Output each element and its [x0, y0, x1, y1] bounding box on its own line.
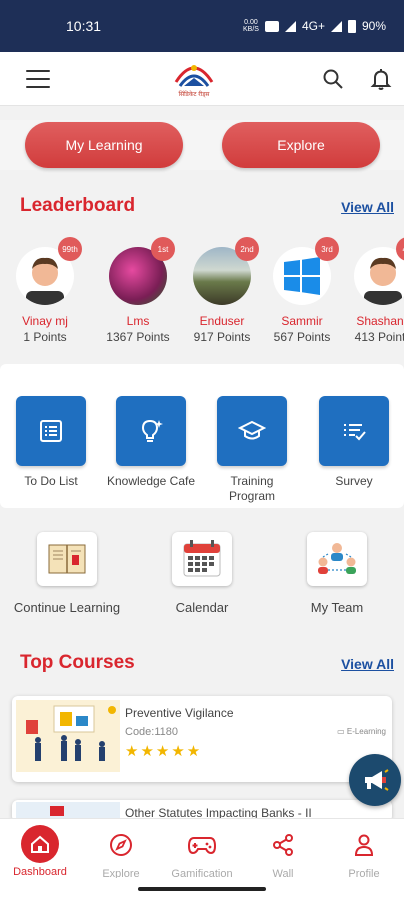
nav-dashboard[interactable]: Dashboard — [0, 825, 80, 878]
gamepad-icon — [188, 837, 216, 855]
home-icon — [31, 835, 49, 853]
tile-label: Continue Learning — [13, 600, 121, 615]
leaderboard-points: 917 Points — [193, 330, 251, 344]
search-icon[interactable] — [322, 68, 344, 90]
tile-label: Calendar — [175, 600, 229, 615]
team-icon — [318, 543, 356, 574]
leaderboard-item[interactable]: 1st Lms 1367 Points — [98, 235, 178, 344]
bell-icon[interactable] — [370, 67, 392, 91]
leaderboard-name: Lms — [126, 314, 150, 328]
nav-profile[interactable]: Profile — [324, 825, 404, 880]
calendar-icon — [183, 540, 221, 577]
leaderboard-name: Shashank — [356, 314, 404, 328]
app-header: सिंडिकेट रीड्स — [0, 52, 404, 106]
to-do-list-tile[interactable]: To Do List — [6, 396, 96, 489]
nav-wall[interactable]: Wall — [243, 825, 323, 880]
book-icon — [48, 544, 86, 574]
home-gesture-bar[interactable] — [138, 887, 266, 891]
megaphone-icon — [365, 769, 389, 791]
leaderboard-name: Enduser — [199, 314, 245, 328]
rating-stars: ★★★★★ — [125, 743, 203, 760]
gesture-area — [0, 878, 404, 900]
person-icon — [354, 834, 374, 856]
windows-logo-icon — [284, 257, 320, 295]
top-courses-view-all-link[interactable]: View All — [341, 656, 394, 672]
rank-badge: 99th — [58, 237, 82, 261]
course-code: Code:1180 — [125, 726, 179, 738]
signal-icon — [284, 20, 296, 32]
share-icon — [273, 834, 293, 856]
notification-box-icon — [264, 20, 279, 32]
list-icon — [40, 420, 62, 442]
tile-label: To Do List — [24, 474, 78, 488]
network-type: 4G+ — [301, 19, 325, 33]
leaderboard-name: Sammir — [281, 314, 323, 328]
knowledge-cafe-tile[interactable]: Knowledge Cafe — [106, 396, 196, 489]
course-card[interactable]: Preventive Vigilance Code:1180 ▭ E-Learn… — [12, 696, 392, 782]
nav-gamification[interactable]: Gamification — [162, 825, 242, 880]
leaderboard-list: 99th Vinay mj 1 Points 1st Lms 1367 Poin… — [0, 235, 404, 355]
app-logo: सिंडिकेट रीड्स — [168, 56, 220, 102]
leaderboard-points: 413 Points — [354, 330, 404, 344]
course-title: Preventive Vigilance — [125, 706, 234, 720]
leaderboard-points: 1 Points — [23, 330, 67, 344]
avatar: 4th — [354, 237, 404, 305]
tile-label: Knowledge Cafe — [106, 474, 196, 488]
nav-explore[interactable]: Explore — [81, 825, 161, 880]
course-type: ▭ E-Learning — [337, 727, 386, 736]
avatar: 99th — [16, 237, 82, 305]
bottom-navigation: Dashboard Explore Gamification Wall Prof… — [0, 818, 404, 880]
announcement-fab[interactable] — [349, 754, 401, 806]
survey-icon — [344, 424, 366, 441]
top-courses-title: Top Courses — [20, 652, 135, 673]
my-learning-button[interactable]: My Learning — [25, 122, 183, 168]
compass-icon — [110, 834, 132, 856]
rank-badge: 1st — [151, 237, 175, 261]
status-indicators: 0.00 KB/S 4G+ 90% — [243, 19, 386, 33]
top-buttons: My Learning Explore — [0, 120, 404, 170]
status-time: 10:31 — [66, 18, 102, 34]
survey-tile[interactable]: Survey — [309, 396, 399, 489]
logo-mark-icon — [174, 65, 214, 87]
logo-text: सिंडिकेट रीड्स — [178, 92, 210, 98]
leaderboard-points: 1367 Points — [106, 330, 170, 344]
graduation-cap-icon — [238, 420, 266, 440]
tile-label: Training Program — [228, 474, 275, 503]
battery-level: 90% — [361, 19, 386, 33]
course-thumbnail — [16, 700, 120, 772]
leaderboard-item[interactable]: 4th Shashank 413 Points — [343, 235, 404, 344]
leaderboard-points: 567 Points — [273, 330, 331, 344]
rank-badge: 2nd — [235, 237, 259, 261]
hamburger-menu-icon[interactable] — [26, 70, 50, 88]
explore-button[interactable]: Explore — [222, 122, 380, 168]
leaderboard-title: Leaderboard — [20, 195, 136, 216]
tile-label: Survey — [335, 474, 373, 488]
leaderboard-item[interactable]: 99th Vinay mj 1 Points — [5, 235, 85, 344]
avatar: 1st — [109, 237, 175, 305]
leaderboard-item[interactable]: 3rd Sammir 567 Points — [262, 235, 342, 344]
continue-learning-tile[interactable]: Continue Learning — [7, 532, 127, 615]
nav-label: Dashboard — [13, 866, 67, 878]
calendar-tile[interactable]: Calendar — [142, 532, 262, 615]
status-bar: 10:31 0.00 KB/S 4G+ 90% — [0, 0, 404, 52]
signal-icon-2 — [330, 20, 342, 32]
tile-label: My Team — [310, 600, 364, 615]
battery-icon — [347, 19, 356, 33]
leaderboard-name: Vinay mj — [22, 314, 68, 328]
avatar: 2nd — [193, 237, 259, 305]
presentation-illustration-icon — [16, 700, 120, 772]
person-avatar-icon — [364, 257, 402, 305]
leaderboard-view-all-link[interactable]: View All — [341, 199, 394, 215]
bulb-icon — [141, 419, 163, 442]
leaderboard-item[interactable]: 2nd Enduser 917 Points — [182, 235, 262, 344]
network-speed: 0.00 KB/S — [243, 19, 259, 33]
laptop-icon: ▭ — [337, 727, 347, 736]
training-program-tile[interactable]: Training Program — [207, 396, 297, 504]
avatar: 3rd — [273, 237, 339, 305]
rank-badge: 3rd — [315, 237, 339, 261]
my-team-tile[interactable]: My Team — [277, 532, 397, 615]
